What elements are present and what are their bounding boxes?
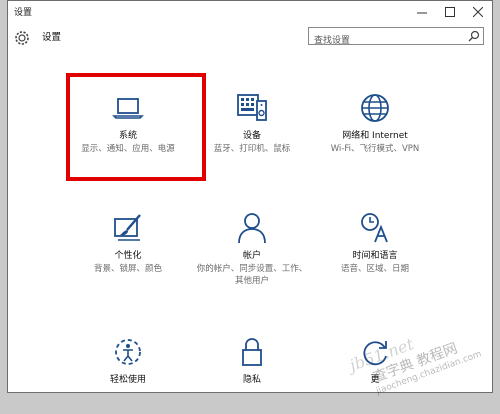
title-bar: 设置 xyxy=(8,1,492,23)
update-icon xyxy=(363,341,387,366)
tile-personalization-desc: 背景、锁屏、颜色 xyxy=(93,264,162,274)
tile-devices[interactable]: 设备 蓝牙、打印机、鼠标 xyxy=(189,91,315,155)
maximize-icon xyxy=(445,7,455,17)
tile-time-language-name: 时间和语言 xyxy=(352,251,398,261)
tile-network[interactable]: 网络和 Internet Wi-Fi、飞行模式、VPN xyxy=(312,91,438,155)
person-icon xyxy=(238,213,266,244)
minimize-button[interactable] xyxy=(408,1,436,23)
tile-personalization[interactable]: 个性化 背景、锁屏、颜色 xyxy=(65,211,191,275)
search-input[interactable] xyxy=(309,33,469,49)
close-button[interactable] xyxy=(464,1,492,23)
paint-icon xyxy=(114,214,141,241)
gear-icon xyxy=(15,31,29,45)
time-language-icon xyxy=(361,213,388,243)
tile-network-name: 网络和 Internet xyxy=(342,131,408,141)
tile-devices-desc: 蓝牙、打印机、鼠标 xyxy=(213,144,291,154)
tile-network-desc: Wi-Fi、飞行模式、VPN xyxy=(330,144,420,154)
globe-icon xyxy=(361,94,389,122)
close-icon xyxy=(473,7,483,17)
minimize-icon xyxy=(417,12,427,14)
tile-time-language[interactable]: 时间和语言 语音、区域、日期 xyxy=(312,211,438,275)
tile-personalization-name: 个性化 xyxy=(114,251,142,261)
tile-devices-name: 设备 xyxy=(242,131,261,141)
tile-privacy-name: 隐私 xyxy=(242,375,261,385)
highlight-box xyxy=(66,73,206,181)
window-title: 设置 xyxy=(14,8,33,18)
tile-accounts-desc: 你的帐户、同步设置、工作、其他用户 xyxy=(196,264,308,286)
search-icon xyxy=(468,30,480,42)
tile-ease-of-access-name: 轻松使用 xyxy=(109,375,146,385)
page-title: 设置 xyxy=(42,32,62,43)
tile-privacy[interactable]: 隐私 xyxy=(189,335,315,385)
tile-update[interactable]: 更 xyxy=(312,335,438,385)
search-box[interactable] xyxy=(308,27,484,49)
tile-ease-of-access[interactable]: 轻松使用 xyxy=(65,335,191,385)
devices-icon xyxy=(237,94,267,121)
settings-window: 设置 设置 系统 显示、通知、应用、电源 xyxy=(7,0,493,393)
maximize-button[interactable] xyxy=(436,1,464,23)
tile-update-name: 更 xyxy=(370,375,380,385)
tile-accounts[interactable]: 帐户 你的帐户、同步设置、工作、其他用户 xyxy=(189,211,315,287)
tile-time-language-desc: 语音、区域、日期 xyxy=(340,264,409,274)
ease-of-access-icon xyxy=(115,339,141,365)
tile-accounts-name: 帐户 xyxy=(242,251,261,261)
lock-icon xyxy=(242,338,262,366)
